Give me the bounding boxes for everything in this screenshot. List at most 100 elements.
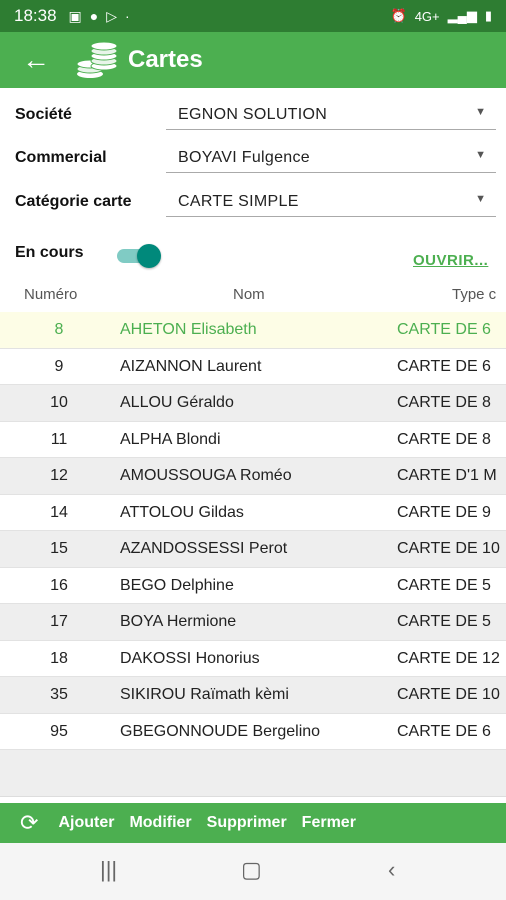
- cell-numero: 9: [54, 357, 64, 375]
- add-button[interactable]: Ajouter: [58, 814, 114, 832]
- dropdown-arrow-icon: ▼: [475, 193, 486, 205]
- cell-nom: BEGO Delphine: [120, 576, 234, 594]
- cell-nom: GBEGONNOUDE Bergelino: [120, 722, 321, 740]
- cell-nom: AZANDOSSESSI Perot: [120, 540, 288, 557]
- table-empty-area: [0, 750, 506, 796]
- cell-type: CARTE DE 6: [397, 722, 491, 740]
- categorie-value: CARTE SIMPLE: [178, 193, 299, 210]
- table-row[interactable]: 11 ALPHA Blondi CARTE DE 8: [0, 422, 506, 458]
- dropdown-arrow-icon: ▼: [475, 149, 486, 161]
- cell-type: CARTE D'1 M: [397, 467, 497, 484]
- table-row[interactable]: 9 AIZANNON Laurent CARTE DE 6: [0, 349, 506, 385]
- en-cours-switch[interactable]: [117, 244, 161, 268]
- table-row[interactable]: 8 AHETON Elisabeth CARTE DE 6: [0, 312, 506, 349]
- action-bar: ⟳ Ajouter Modifier Supprimer Fermer: [0, 803, 506, 843]
- cell-type: CARTE DE 9: [397, 503, 491, 521]
- play-store-icon: ▷: [106, 7, 118, 24]
- dropdown-arrow-icon: ▼: [475, 106, 486, 118]
- cell-nom: AIZANNON Laurent: [120, 357, 262, 375]
- cell-nom: ATTOLOU Gildas: [120, 503, 244, 521]
- commercial-label: Commercial: [15, 149, 107, 166]
- cell-type: CARTE DE 8: [397, 394, 491, 411]
- cell-type: CARTE DE 12: [397, 649, 500, 667]
- table-row[interactable]: 18 DAKOSSI Honorius CARTE DE 12: [0, 641, 506, 677]
- cell-numero: 8: [54, 321, 64, 338]
- categorie-dropdown[interactable]: CARTE SIMPLE ▼: [166, 187, 496, 217]
- cell-numero: 10: [50, 394, 68, 411]
- table-row[interactable]: 35 SIKIROU Raïmath kèmi CARTE DE 10: [0, 677, 506, 714]
- status-time: 18:38: [14, 6, 57, 25]
- notification-icons: ▣ ● ▷ ·: [69, 8, 130, 25]
- cell-nom: SIKIROU Raïmath kèmi: [120, 686, 289, 703]
- cell-type: CARTE DE 8: [397, 430, 491, 448]
- societe-row: Société EGNON SOLUTION ▼: [0, 100, 506, 144]
- cell-numero: 16: [50, 576, 68, 594]
- back-arrow-icon[interactable]: ←: [0, 32, 72, 88]
- network-type: 4G+: [414, 8, 440, 24]
- header-nom[interactable]: Nom: [233, 286, 265, 303]
- cell-nom: DAKOSSI Honorius: [120, 649, 260, 667]
- cell-numero: 17: [50, 613, 68, 630]
- battery-icon: ▮: [484, 8, 492, 23]
- cards-table: Numéro Nom Type c 8 AHETON Elisabeth CAR…: [0, 277, 506, 797]
- commercial-dropdown[interactable]: BOYAVI Fulgence ▼: [166, 143, 496, 173]
- cell-type: CARTE DE 5: [397, 576, 491, 594]
- cell-numero: 18: [50, 649, 68, 667]
- dot-icon: ·: [125, 8, 130, 24]
- recent-apps-icon[interactable]: |||: [100, 857, 117, 883]
- table-row[interactable]: 15 AZANDOSSESSI Perot CARTE DE 10: [0, 531, 506, 568]
- system-icons: ⏰ 4G+ ▂▄▆ ▮: [391, 8, 493, 24]
- societe-label: Société: [15, 106, 72, 123]
- en-cours-label: En cours: [15, 244, 84, 261]
- home-icon[interactable]: ▢: [241, 857, 262, 883]
- facebook-icon: ●: [89, 8, 99, 24]
- refresh-icon[interactable]: ⟳: [20, 803, 38, 843]
- cell-type: CARTE DE 6: [397, 357, 491, 375]
- cell-numero: 35: [50, 686, 68, 703]
- page-title: Cartes: [128, 46, 203, 73]
- cell-nom: BOYA Hermione: [120, 613, 237, 630]
- signal-icon: ▂▄▆: [447, 8, 477, 23]
- nav-back-icon[interactable]: ‹: [388, 857, 395, 883]
- table-row[interactable]: 14 ATTOLOU Gildas CARTE DE 9: [0, 495, 506, 531]
- cell-nom: ALPHA Blondi: [120, 430, 221, 448]
- commercial-value: BOYAVI Fulgence: [178, 149, 310, 166]
- cell-type: CARTE DE 5: [397, 613, 491, 630]
- cell-type: CARTE DE 6: [397, 321, 491, 338]
- alarm-icon: ⏰: [390, 8, 407, 23]
- table-body: 8 AHETON Elisabeth CARTE DE 6 9 AIZANNON…: [0, 312, 506, 796]
- header-numero[interactable]: Numéro: [24, 286, 77, 303]
- categorie-label: Catégorie carte: [15, 193, 132, 210]
- table-row[interactable]: 17 BOYA Hermione CARTE DE 5: [0, 604, 506, 641]
- open-link[interactable]: OUVRIR...: [413, 252, 488, 269]
- coins-icon: [76, 41, 118, 78]
- edit-button[interactable]: Modifier: [129, 814, 191, 832]
- table-row[interactable]: 12 AMOUSSOUGA Roméo CARTE D'1 M: [0, 458, 506, 495]
- cell-numero: 12: [50, 467, 68, 484]
- app-bar: ← Cartes: [0, 32, 506, 88]
- cell-numero: 95: [50, 722, 68, 740]
- gallery-icon: ▣: [68, 7, 82, 24]
- cell-nom: ALLOU Géraldo: [120, 394, 234, 411]
- table-row[interactable]: 10 ALLOU Géraldo CARTE DE 8: [0, 385, 506, 422]
- table-header: Numéro Nom Type c: [0, 277, 506, 312]
- switch-thumb: [137, 244, 161, 268]
- table-row[interactable]: 95 GBEGONNOUDE Bergelino CARTE DE 6: [0, 714, 506, 750]
- societe-value: EGNON SOLUTION: [178, 106, 328, 123]
- table-row[interactable]: 16 BEGO Delphine CARTE DE 5: [0, 568, 506, 604]
- commercial-row: Commercial BOYAVI Fulgence ▼: [0, 143, 506, 187]
- close-button[interactable]: Fermer: [302, 814, 356, 832]
- categorie-row: Catégorie carte CARTE SIMPLE ▼: [0, 187, 506, 231]
- cell-nom: AHETON Elisabeth: [120, 321, 257, 338]
- cell-numero: 11: [50, 430, 68, 448]
- cell-type: CARTE DE 10: [397, 686, 500, 703]
- cell-numero: 14: [50, 503, 68, 521]
- cell-type: CARTE DE 10: [397, 540, 500, 557]
- societe-dropdown[interactable]: EGNON SOLUTION ▼: [166, 100, 496, 130]
- cell-nom: AMOUSSOUGA Roméo: [120, 467, 292, 484]
- delete-button[interactable]: Supprimer: [207, 814, 287, 832]
- status-bar: 18:38 ▣ ● ▷ · ⏰ 4G+ ▂▄▆ ▮: [0, 0, 506, 32]
- system-nav-bar: ||| ▢ ‹: [0, 843, 506, 900]
- header-type[interactable]: Type c: [452, 286, 496, 303]
- cell-numero: 15: [50, 540, 68, 557]
